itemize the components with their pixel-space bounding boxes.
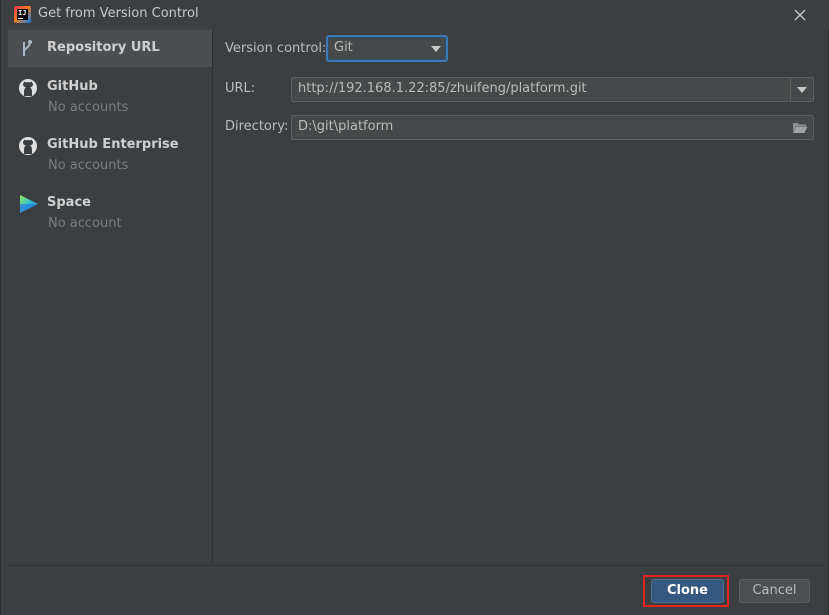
repository-url-panel: Version control: Git URL: http://192.168… bbox=[213, 30, 825, 565]
chevron-down-icon bbox=[431, 46, 441, 52]
sidebar-item-label: Space bbox=[47, 195, 91, 210]
title-bar[interactable]: IJ Get from Version Control bbox=[1, 0, 829, 30]
github-icon bbox=[19, 137, 37, 155]
version-control-label: Version control: bbox=[225, 41, 327, 56]
version-control-select[interactable]: Git bbox=[326, 35, 448, 62]
folder-open-icon[interactable] bbox=[792, 121, 808, 134]
sidebar: Repository URL GitHub No accounts GitHub… bbox=[8, 30, 213, 565]
sidebar-item-label: Repository URL bbox=[47, 40, 160, 55]
close-button[interactable] bbox=[789, 4, 811, 26]
sidebar-item-status: No accounts bbox=[48, 100, 129, 115]
vcs-branch-icon bbox=[23, 40, 32, 56]
close-icon bbox=[794, 9, 806, 21]
sidebar-item-github[interactable]: GitHub No accounts bbox=[8, 67, 212, 125]
directory-label: Directory: bbox=[225, 119, 289, 134]
cancel-button[interactable]: Cancel bbox=[739, 579, 810, 603]
sidebar-item-label: GitHub Enterprise bbox=[47, 137, 179, 152]
intellij-idea-icon: IJ bbox=[14, 6, 31, 23]
window-title: Get from Version Control bbox=[38, 6, 199, 21]
url-label: URL: bbox=[225, 81, 256, 96]
chevron-down-icon bbox=[797, 87, 807, 93]
version-control-value: Git bbox=[334, 40, 353, 55]
sidebar-item-status: No accounts bbox=[48, 158, 129, 173]
sidebar-item-space[interactable]: Space No account bbox=[8, 183, 212, 241]
sidebar-item-label: GitHub bbox=[47, 79, 98, 94]
space-icon bbox=[20, 195, 38, 213]
sidebar-item-repository-url[interactable]: Repository URL bbox=[8, 30, 212, 67]
sidebar-item-status: No account bbox=[48, 216, 122, 231]
github-icon bbox=[19, 79, 37, 97]
dialog-window: IJ Get from Version Control Repository U… bbox=[0, 0, 829, 615]
url-history-dropdown-button[interactable] bbox=[790, 78, 813, 101]
directory-input[interactable]: D:\git\platform bbox=[291, 115, 814, 140]
clone-button[interactable]: Clone bbox=[651, 579, 724, 603]
url-input-value: http://192.168.1.22:85/zhuifeng/platform… bbox=[298, 81, 587, 96]
directory-input-value: D:\git\platform bbox=[298, 119, 394, 134]
url-input[interactable]: http://192.168.1.22:85/zhuifeng/platform… bbox=[291, 77, 814, 102]
sidebar-item-github-enterprise[interactable]: GitHub Enterprise No accounts bbox=[8, 125, 212, 183]
